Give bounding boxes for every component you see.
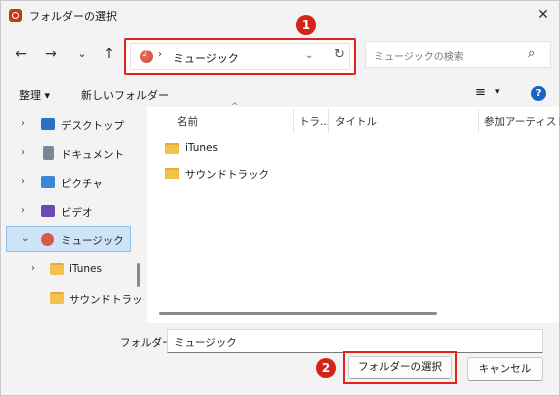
music-icon (140, 48, 153, 63)
tree-item-label: ビデオ (61, 207, 93, 219)
chevron-down-icon[interactable]: ⌄ (305, 50, 313, 61)
breadcrumb-separator: › (158, 49, 162, 60)
recent-locations-icon[interactable]: ⌄ (73, 45, 91, 63)
column-divider[interactable] (293, 109, 294, 133)
column-header-artist[interactable]: 参加アーティスト (484, 114, 560, 129)
view-options-icon[interactable]: ≡ (475, 85, 486, 100)
window-title: フォルダーの選択 (29, 10, 117, 23)
tree-item-itunes[interactable]: › iTunes (6, 257, 131, 283)
tree-item-desktop[interactable]: › デスクトップ (6, 112, 131, 138)
chevron-right-icon[interactable]: › (31, 263, 35, 274)
forward-arrow-icon[interactable]: → (42, 45, 60, 63)
tree-item-label: iTunes (69, 263, 102, 275)
tree-item-label: サウンドトラック (69, 294, 144, 306)
address-bar[interactable]: › ミュージック ⌄ ↻ (130, 43, 350, 70)
select-button-highlight: フォルダーの選択 (343, 351, 457, 384)
breadcrumb-music[interactable]: ミュージック (173, 50, 239, 66)
tree-item-label: ドキュメント (61, 149, 124, 161)
videos-icon (41, 205, 55, 217)
column-divider[interactable] (478, 109, 479, 133)
title-bar: フォルダーの選択 ✕ (1, 1, 559, 29)
back-arrow-icon[interactable]: ← (12, 45, 30, 63)
chevron-down-icon[interactable]: ⌄ (21, 233, 29, 244)
file-name: サウンドトラック (185, 169, 269, 181)
app-icon (9, 9, 22, 22)
chevron-right-icon[interactable]: › (21, 176, 25, 187)
sort-ascending-icon: ^ (231, 102, 239, 112)
folder-picker-dialog: フォルダーの選択 ✕ ← → ⌄ ↑ › ミュージック ⌄ ↻ 1 ミュージック… (0, 0, 560, 396)
pictures-icon (41, 176, 55, 188)
file-name: iTunes (185, 142, 218, 154)
tree-item-label: デスクトップ (61, 120, 124, 132)
select-folder-button[interactable]: フォルダーの選択 (348, 356, 452, 379)
tree-item-documents[interactable]: › ドキュメント (6, 141, 131, 167)
chevron-right-icon[interactable]: › (21, 147, 25, 158)
chevron-right-icon[interactable]: › (21, 205, 25, 216)
folder-name-field[interactable]: ミュージック (167, 329, 543, 353)
column-header-name[interactable]: 名前 (177, 114, 198, 129)
folder-icon (50, 292, 64, 304)
tree-item-label: ミュージック (61, 235, 124, 247)
command-bar: 整理 ▾ 新しいフォルダー ≡ ▾ ? (1, 81, 559, 107)
new-folder-button[interactable]: 新しいフォルダー (81, 87, 169, 103)
tree-item-videos[interactable]: › ビデオ (6, 199, 131, 225)
tree-item-music[interactable]: ⌄ ミュージック (6, 226, 131, 252)
refresh-icon[interactable]: ↻ (334, 47, 345, 62)
up-arrow-icon[interactable]: ↑ (100, 45, 118, 63)
step-badge-1: 1 (296, 15, 316, 35)
view-dropdown-icon[interactable]: ▾ (495, 87, 500, 97)
search-placeholder: ミュージックの検索 (374, 52, 464, 63)
step-badge-2: 2 (316, 358, 336, 378)
nav-pane-scrollbar[interactable] (137, 263, 140, 287)
organize-menu[interactable]: 整理 ▾ (19, 87, 50, 103)
column-divider[interactable] (328, 109, 329, 133)
search-input[interactable]: ミュージックの検索 ⌕ (365, 41, 551, 68)
music-icon (41, 233, 54, 246)
help-icon[interactable]: ? (531, 86, 546, 101)
cancel-button[interactable]: キャンセル (467, 357, 543, 381)
folder-name-value: ミュージック (174, 337, 237, 349)
tree-item-pictures[interactable]: › ピクチャ (6, 170, 131, 196)
tree-item-label: ピクチャ (61, 178, 103, 190)
chevron-right-icon[interactable]: › (21, 118, 25, 129)
desktop-icon (41, 118, 55, 130)
navigation-pane: › デスクトップ › ドキュメント › ピクチャ › ビデオ ⌄ ミュージック … (2, 107, 144, 323)
search-icon[interactable]: ⌕ (528, 46, 535, 61)
column-header-title[interactable]: タイトル (335, 114, 377, 129)
tree-item-soundtrack[interactable]: サウンドトラック (6, 286, 144, 312)
folder-icon (50, 263, 64, 275)
address-bar-highlight: › ミュージック ⌄ ↻ (124, 38, 356, 75)
close-icon[interactable]: ✕ (533, 5, 553, 25)
horizontal-scrollbar[interactable] (159, 312, 437, 315)
folder-icon (165, 143, 179, 154)
column-header-track[interactable]: トラ... (299, 114, 330, 129)
file-list: ^ 名前 トラ... タイトル 参加アーティスト iTunes サウンドトラック (147, 102, 560, 323)
folder-icon (165, 168, 179, 179)
documents-icon (43, 146, 54, 160)
